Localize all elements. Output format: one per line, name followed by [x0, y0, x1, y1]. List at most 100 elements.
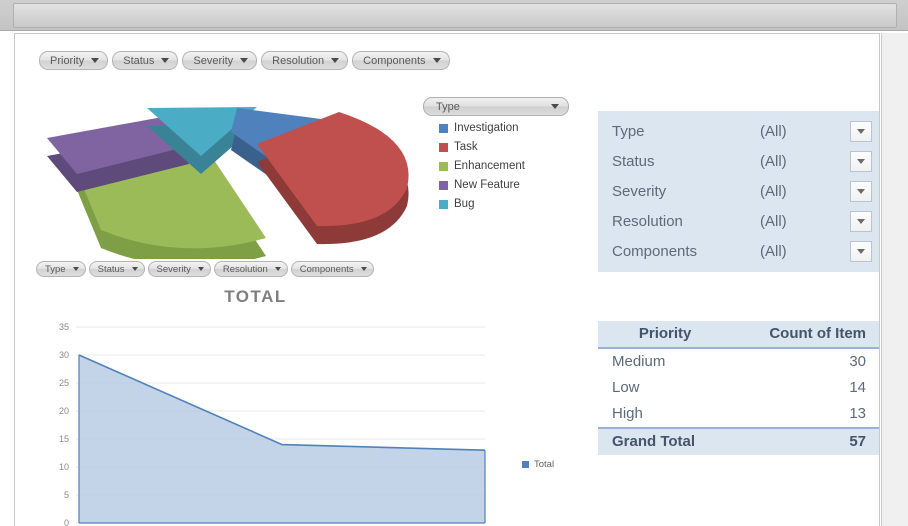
slicer-label: Severity: [193, 54, 234, 67]
row-label-low: Low: [598, 375, 729, 401]
legend-item: Enhancement: [439, 160, 525, 172]
svg-text:30: 30: [59, 350, 69, 360]
slicer-row-top: Priority Status Severity Resolution Comp…: [39, 51, 450, 70]
table-row: Low 14: [598, 375, 879, 401]
legend-swatch-total: [522, 461, 529, 468]
sheet-right-gutter: [881, 33, 908, 526]
table-row: High 13: [598, 401, 879, 428]
window-titlebar: [0, 0, 908, 31]
area-chart-title: TOTAL: [224, 287, 287, 306]
column-header-priority[interactable]: Priority: [598, 321, 729, 349]
chevron-down-icon: [331, 58, 340, 63]
filter-row-resolution[interactable]: Resolution (All): [598, 206, 879, 236]
slicer-severity[interactable]: Severity: [182, 51, 258, 70]
chevron-down-icon: [360, 267, 367, 271]
pie-chart[interactable]: [29, 94, 429, 259]
table-row-grand-total: Grand Total 57: [598, 427, 879, 455]
legend-label: Total: [534, 459, 555, 470]
chevron-down-icon: [72, 267, 79, 271]
filter-value: (All): [760, 242, 787, 260]
legend-swatch-enhancement: [439, 161, 448, 171]
chevron-down-icon: [274, 267, 281, 271]
legend-swatch-newfeature: [439, 180, 448, 190]
chevron-down-icon: [857, 128, 865, 134]
report-filter-panel: Type (All) Status (All) Severity (All) R…: [598, 111, 879, 272]
row-value-low: 14: [728, 375, 879, 401]
row-label-high: High: [598, 401, 729, 428]
chevron-down-icon: [857, 218, 865, 224]
slicer-label: Components: [299, 263, 354, 275]
legend-item: Bug: [439, 198, 525, 210]
slicer-label: Severity: [156, 263, 191, 275]
legend-swatch-task: [439, 142, 448, 152]
filter-row-type[interactable]: Type (All): [598, 116, 879, 146]
filter-value: (All): [760, 182, 787, 200]
excel-dashboard-window: Priority Status Severity Resolution Comp…: [0, 0, 908, 526]
slicer-resolution-2[interactable]: Resolution: [213, 261, 288, 277]
svg-text:5: 5: [64, 490, 69, 500]
chevron-down-icon: [551, 104, 559, 109]
chevron-down-icon: [131, 267, 138, 271]
pie-field-dropdown[interactable]: Type: [423, 97, 569, 116]
area-chart-y-axis-labels: 35 30 25 20 15 10 5 0: [59, 322, 69, 526]
filter-dropdown-button[interactable]: [850, 120, 872, 142]
filter-dropdown-button[interactable]: [850, 240, 872, 262]
table-row: Medium 30: [598, 348, 879, 375]
legend-item: Investigation: [439, 122, 525, 134]
slicer-label: Status: [123, 54, 155, 67]
filter-dropdown-button[interactable]: [850, 180, 872, 202]
legend-swatch-bug: [439, 199, 448, 209]
filter-label: Components: [612, 242, 698, 260]
filter-label: Type: [612, 122, 645, 140]
row-value-medium: 30: [728, 348, 879, 375]
legend-label: Investigation: [454, 122, 519, 134]
slicer-resolution[interactable]: Resolution: [261, 51, 349, 70]
filter-value: (All): [760, 122, 787, 140]
filter-label: Resolution: [612, 212, 683, 230]
area-chart-graphic: 35 30 25 20 15 10 5 0: [59, 322, 486, 526]
pivot-table-body: Medium 30 Low 14 High 13 Grand Total 57: [598, 348, 879, 455]
pivot-table: Priority Count of Item Medium 30 Low 14 …: [598, 321, 879, 455]
area-chart[interactable]: TOTAL 35 30 25 20 15 10 5 0 Total: [33, 287, 554, 526]
chevron-down-icon: [91, 58, 100, 63]
table-header-row: Priority Count of Item: [598, 321, 879, 349]
slicer-priority[interactable]: Priority: [39, 51, 109, 70]
svg-text:0: 0: [64, 518, 69, 526]
filter-dropdown-button[interactable]: [850, 150, 872, 172]
slicer-label: Resolution: [222, 263, 268, 275]
pie-chart-legend: Investigation Task Enhancement New Featu…: [439, 122, 525, 210]
filter-label: Severity: [612, 182, 667, 200]
pie-field-label: Type: [436, 100, 460, 113]
chevron-down-icon: [432, 58, 441, 63]
slicer-status-2[interactable]: Status: [88, 261, 145, 277]
legend-label: New Feature: [454, 179, 520, 191]
legend-label: Bug: [454, 198, 475, 210]
filter-label: Status: [612, 152, 655, 170]
slicer-type-2[interactable]: Type: [36, 261, 86, 277]
svg-text:20: 20: [59, 406, 69, 416]
chevron-down-icon: [857, 158, 865, 164]
slicer-components[interactable]: Components: [352, 51, 450, 70]
slicer-row-middle: Type Status Severity Resolution Componen…: [36, 261, 374, 277]
chevron-down-icon: [240, 58, 249, 63]
chevron-down-icon: [857, 248, 865, 254]
column-header-count[interactable]: Count of Item: [728, 321, 879, 349]
pivot-table-head: Priority Count of Item: [598, 321, 879, 349]
chevron-down-icon: [161, 58, 170, 63]
svg-text:15: 15: [59, 434, 69, 444]
filter-row-components[interactable]: Components (All): [598, 236, 879, 266]
filter-dropdown-button[interactable]: [850, 210, 872, 232]
row-label-medium: Medium: [598, 348, 729, 375]
slicer-status[interactable]: Status: [112, 51, 179, 70]
slicer-components-2[interactable]: Components: [290, 261, 374, 277]
legend-label: Task: [454, 141, 478, 153]
filter-value: (All): [760, 152, 787, 170]
slicer-severity-2[interactable]: Severity: [147, 261, 211, 277]
chevron-down-icon: [857, 188, 865, 194]
svg-text:35: 35: [59, 322, 69, 332]
filter-row-status[interactable]: Status (All): [598, 146, 879, 176]
legend-item: New Feature: [439, 179, 525, 191]
slicer-label: Resolution: [272, 54, 325, 67]
filter-row-severity[interactable]: Severity (All): [598, 176, 879, 206]
row-value-high: 13: [728, 401, 879, 428]
